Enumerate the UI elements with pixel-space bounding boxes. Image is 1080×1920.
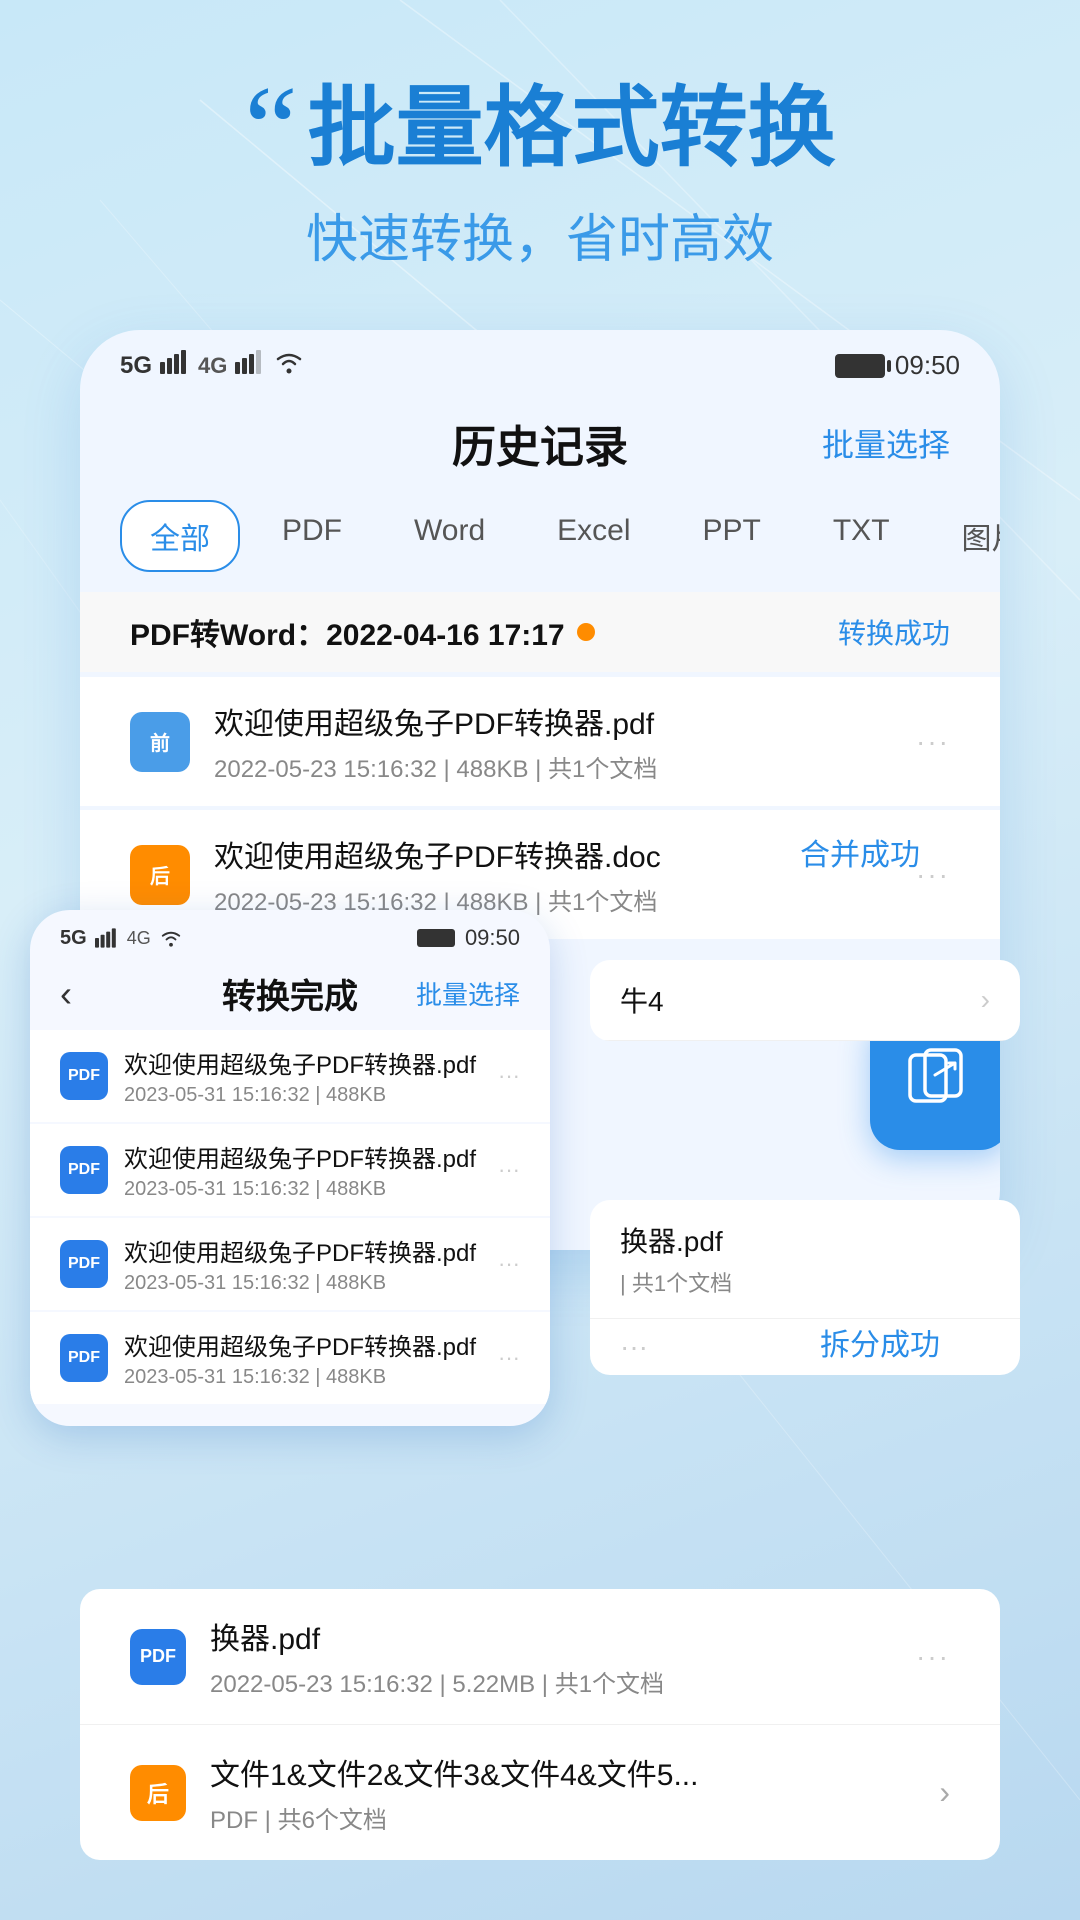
sec-app-header: ‹ 转换完成 批量选择: [30, 959, 550, 1028]
bottom-file-meta-1: 2022-05-23 15:16:32 | 5.22MB | 共1个文档: [210, 1664, 892, 1699]
sec-file-info-2: 欢迎使用超级兔子PDF转换器.pdf 2023-05-31 15:16:32 |…: [124, 1139, 482, 1201]
section-title: PDF转Word：2022-04-16 17:17: [130, 610, 595, 654]
quote-mark: “: [244, 80, 297, 176]
sec-pdf-badge-4: PDF: [60, 1334, 108, 1382]
sec-file-meta-1: 2023-05-31 15:16:32 | 488KB: [124, 1084, 482, 1107]
sec-more-1[interactable]: ···: [498, 1063, 520, 1089]
back-button[interactable]: ‹: [60, 973, 72, 1015]
tab-all[interactable]: 全部: [120, 500, 240, 572]
sec-file-name-3: 欢迎使用超级兔子PDF转换器.pdf: [124, 1233, 482, 1268]
bottom-file-2[interactable]: 后 文件1&文件2&文件3&文件4&文件5... PDF | 共6个文档 ›: [80, 1725, 1000, 1860]
section-header: PDF转Word：2022-04-16 17:17 转换成功: [80, 592, 1000, 672]
status-right: 09:50: [835, 350, 960, 381]
status-left: 5G 4G: [120, 350, 305, 381]
bottom-file-meta-2: PDF | 共6个文档: [210, 1800, 915, 1835]
split-more-dots[interactable]: ···: [620, 1331, 648, 1363]
file-info-before: 欢迎使用超级兔子PDF转换器.pdf 2022-05-23 15:16:32 |…: [214, 699, 892, 784]
sec-file-name-2: 欢迎使用超级兔子PDF转换器.pdf: [124, 1139, 482, 1174]
app-header: 历史记录 批量选择: [80, 391, 1000, 490]
badge-before: 前: [130, 712, 190, 772]
bottom-file-1[interactable]: PDF 换器.pdf 2022-05-23 15:16:32 | 5.22MB …: [80, 1589, 1000, 1725]
sec-file-info-1: 欢迎使用超级兔子PDF转换器.pdf 2023-05-31 15:16:32 |…: [124, 1045, 482, 1107]
tab-word[interactable]: Word: [384, 500, 515, 572]
file-meta-before: 2022-05-23 15:16:32 | 488KB | 共1个文档: [214, 749, 892, 784]
tab-excel[interactable]: Excel: [527, 500, 660, 572]
tab-txt[interactable]: TXT: [803, 500, 920, 572]
bottom-badge-2: 后: [130, 1765, 186, 1821]
header-title: 批量格式转换: [308, 80, 836, 177]
bottom-badge-1: PDF: [130, 1629, 186, 1685]
sec-file-info-4: 欢迎使用超级兔子PDF转换器.pdf 2023-05-31 15:16:32 |…: [124, 1327, 482, 1389]
file-name-after: 欢迎使用超级兔子PDF转换器.doc: [214, 832, 892, 876]
bottom-file-name-2: 文件1&文件2&文件3&文件4&文件5...: [210, 1750, 915, 1794]
sec-more-3[interactable]: ···: [498, 1251, 520, 1277]
secondary-status-bar: 5G 4G 09:50: [30, 910, 550, 959]
bottom-more-1[interactable]: ···: [916, 1641, 950, 1673]
app-title: 历史记录: [452, 411, 628, 475]
sec-pdf-badge-2: PDF: [60, 1146, 108, 1194]
split-card-item[interactable]: 换器.pdf | 共1个文档: [590, 1200, 1020, 1319]
badge-after: 后: [130, 845, 190, 905]
time-display: 09:50: [895, 350, 960, 381]
sec-file-meta-3: 2023-05-31 15:16:32 | 488KB: [124, 1272, 482, 1295]
sec-file-info-3: 欢迎使用超级兔子PDF转换器.pdf 2023-05-31 15:16:32 |…: [124, 1233, 482, 1295]
signal-4g: 4G: [198, 353, 227, 379]
file-item-before[interactable]: 前 欢迎使用超级兔子PDF转换器.pdf 2022-05-23 15:16:32…: [80, 677, 1000, 806]
sec-file-3[interactable]: PDF 欢迎使用超级兔子PDF转换器.pdf 2023-05-31 15:16:…: [30, 1218, 550, 1310]
sec-pdf-badge-3: PDF: [60, 1240, 108, 1288]
split-card-more[interactable]: ···: [590, 1319, 1020, 1375]
split-file-name: 换器.pdf: [620, 1220, 990, 1260]
sec-file-2[interactable]: PDF 欢迎使用超级兔子PDF转换器.pdf 2023-05-31 15:16:…: [30, 1124, 550, 1216]
file-name-before: 欢迎使用超级兔子PDF转换器.pdf: [214, 699, 892, 743]
bottom-file-info-1: 换器.pdf 2022-05-23 15:16:32 | 5.22MB | 共1…: [210, 1614, 892, 1699]
signal-4g-icon: [235, 350, 265, 381]
sec-app-title: 转换完成: [222, 969, 358, 1018]
split-success-label: 拆分成功: [820, 1320, 940, 1364]
sec-signal-5g: 5G: [60, 927, 87, 950]
merge-success-label: 合并成功: [800, 830, 920, 874]
sec-time: 09:50: [465, 925, 520, 951]
batch-select-button[interactable]: 批量选择: [822, 420, 950, 466]
sec-file-name-1: 欢迎使用超级兔子PDF转换器.pdf: [124, 1045, 482, 1080]
file-info-after: 欢迎使用超级兔子PDF转换器.doc 2022-05-23 15:16:32 |…: [214, 832, 892, 917]
secondary-phone: 5G 4G 09:50 ‹ 转换完成 批量选择 PDF 欢迎使用超级兔子PDF转…: [30, 910, 550, 1426]
bottom-file-name-1: 换器.pdf: [210, 1614, 892, 1658]
sec-file-meta-4: 2023-05-31 15:16:32 | 488KB: [124, 1366, 482, 1389]
sec-battery-icon: [417, 929, 455, 947]
tab-image[interactable]: 图片: [932, 500, 1000, 572]
split-card: 换器.pdf | 共1个文档 ···: [590, 1200, 1020, 1375]
sec-file-1[interactable]: PDF 欢迎使用超级兔子PDF转换器.pdf 2023-05-31 15:16:…: [30, 1030, 550, 1122]
split-file-meta: | 共1个文档: [620, 1266, 990, 1298]
battery-icon: [835, 354, 885, 378]
more-options-before[interactable]: ···: [916, 726, 950, 758]
status-bar: 5G 4G 09:50: [80, 330, 1000, 391]
merge-partial-text: 牛4: [620, 980, 664, 1020]
more-options-after[interactable]: ···: [916, 859, 950, 891]
sec-pdf-badge-1: PDF: [60, 1052, 108, 1100]
bottom-section: PDF 换器.pdf 2022-05-23 15:16:32 | 5.22MB …: [80, 1589, 1000, 1860]
sec-file-meta-2: 2023-05-31 15:16:32 | 488KB: [124, 1178, 482, 1201]
header-section: “ 批量格式转换 快速转换，省时高效: [0, 0, 1080, 312]
filter-tabs: 全部 PDF Word Excel PPT TXT 图片: [80, 490, 1000, 592]
sec-batch-btn[interactable]: 批量选择: [416, 975, 520, 1012]
chevron-right-icon: ›: [981, 984, 990, 1016]
sec-more-2[interactable]: ···: [498, 1157, 520, 1183]
header-subtitle: 快速转换，省时高效: [60, 197, 1020, 272]
tab-pdf[interactable]: PDF: [252, 500, 372, 572]
merge-card: 牛4 ›: [590, 960, 1020, 1041]
sec-file-4[interactable]: PDF 欢迎使用超级兔子PDF转换器.pdf 2023-05-31 15:16:…: [30, 1312, 550, 1404]
merge-card-item[interactable]: 牛4 ›: [590, 960, 1020, 1041]
sec-file-name-4: 欢迎使用超级兔子PDF转换器.pdf: [124, 1327, 482, 1362]
new-dot: [577, 623, 595, 641]
sec-more-4[interactable]: ···: [498, 1345, 520, 1371]
tab-ppt[interactable]: PPT: [673, 500, 791, 572]
bottom-chevron-2[interactable]: ›: [939, 1774, 950, 1811]
signal-icon: [160, 350, 190, 381]
bottom-file-info-2: 文件1&文件2&文件3&文件4&文件5... PDF | 共6个文档: [210, 1750, 915, 1835]
conversion-status: 转换成功: [838, 612, 950, 652]
wifi-icon: [273, 350, 305, 381]
signal-5g: 5G: [120, 352, 152, 380]
